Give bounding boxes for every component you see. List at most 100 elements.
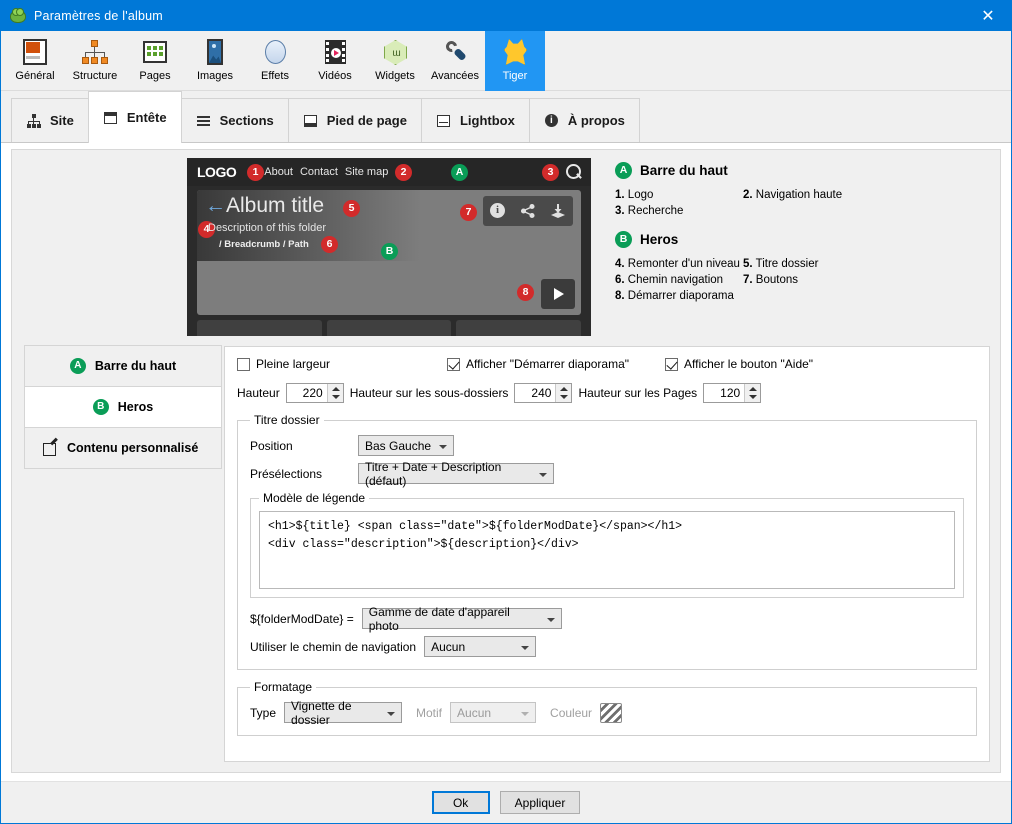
folder-title-group-label: Titre dossier: [254, 413, 320, 427]
circle-a-icon: A: [69, 358, 86, 374]
tab-site[interactable]: Site: [11, 98, 89, 142]
preview-nav-contact: Contact: [299, 166, 338, 178]
apply-button[interactable]: Appliquer: [499, 791, 581, 814]
stepper-up[interactable]: [745, 384, 760, 393]
section-label: Barre du haut: [94, 359, 177, 373]
hauteur-label: Hauteur: [237, 386, 280, 400]
preview-topbar: LOGO 1 About Contact Site map 2 A 3: [187, 158, 591, 186]
legend-group-a-header: A Barre du haut: [615, 162, 1000, 179]
motif-label: Motif: [416, 705, 443, 720]
toolbar-item-images[interactable]: Images: [185, 31, 245, 91]
circle-a-icon: A: [615, 162, 632, 179]
toolbar-item-pages[interactable]: Pages: [125, 31, 185, 91]
share-icon[interactable]: [520, 203, 536, 219]
preview-hero: ←Album title 5 4 Description of this fol…: [197, 190, 581, 315]
thumbnail: [197, 320, 322, 336]
stepper-arrows[interactable]: [744, 384, 761, 402]
height-row: Hauteur Hauteur sur les sous-dossiers Ha…: [237, 383, 977, 403]
frog-icon: [9, 7, 27, 25]
search-icon[interactable]: [566, 164, 582, 180]
type-select[interactable]: Vignette de dossier: [284, 699, 403, 727]
stepper-down[interactable]: [745, 393, 760, 402]
section-label: Contenu personnalisé: [67, 441, 199, 455]
tab-a-propos[interactable]: i À propos: [528, 98, 640, 142]
presets-select[interactable]: Titre + Date + Description (défaut): [358, 460, 554, 488]
tab-strip: Site Entête Sections Pied de page Lightb…: [1, 91, 1011, 143]
checkbox-box[interactable]: [665, 357, 678, 371]
stepper-down[interactable]: [556, 393, 571, 402]
checkbox-pleine-largeur[interactable]: Pleine largeur: [237, 357, 447, 371]
sitemap-icon: [26, 113, 42, 129]
tab-sections[interactable]: Sections: [180, 98, 289, 142]
legend-entry: 7. Boutons: [743, 274, 798, 286]
caption-template-group-label: Modèle de légende: [263, 491, 366, 505]
legend-entry: 8. Démarrer diaporama: [615, 290, 734, 302]
color-swatch[interactable]: [600, 702, 623, 723]
tab-lightbox[interactable]: Lightbox: [420, 98, 530, 142]
checkbox-afficher-diaporama[interactable]: Afficher "Démarrer diaporama": [447, 357, 665, 371]
settings-pane: Pleine largeur Afficher "Démarrer diapor…: [224, 346, 990, 762]
tab-entete[interactable]: Entête: [87, 91, 182, 143]
hauteur-input[interactable]: [286, 384, 327, 402]
stepper-arrows[interactable]: [326, 384, 343, 402]
stepper-arrows[interactable]: [555, 384, 572, 402]
badge-buttons: 7: [460, 204, 477, 221]
preview-logo: LOGO: [197, 164, 237, 180]
toolbar-item-widgets[interactable]: ɯ Widgets: [365, 31, 425, 91]
hauteur-pages-input[interactable]: [704, 384, 745, 402]
toolbar-item-advanced[interactable]: Avancées: [425, 31, 485, 91]
badge-nav: 2: [395, 164, 412, 181]
checkbox-afficher-aide[interactable]: Afficher le bouton "Aide": [665, 357, 813, 371]
stepper-up[interactable]: [556, 384, 571, 393]
lightbox-icon: [436, 113, 452, 129]
stepper-up[interactable]: [328, 384, 343, 393]
position-select[interactable]: Bas Gauche: [358, 435, 454, 456]
toolbar-item-tiger[interactable]: Tiger: [485, 31, 545, 91]
legend-entry-empty: [743, 205, 1000, 217]
toolbar-item-effects[interactable]: Effets: [245, 31, 305, 91]
badge-logo: 1: [247, 164, 264, 181]
checkbox-label: Afficher le bouton "Aide": [684, 357, 814, 371]
hauteur-pages-stepper[interactable]: [703, 383, 762, 403]
preview-nav-about: About: [264, 166, 293, 178]
badge-title: 5: [343, 200, 360, 217]
toolbar-label: Effets: [261, 70, 289, 82]
general-icon: [20, 37, 50, 67]
toolbar-item-general[interactable]: Général: [5, 31, 65, 91]
checkbox-box[interactable]: [447, 357, 460, 371]
stepper-down[interactable]: [328, 393, 343, 402]
tab-pied-de-page[interactable]: Pied de page: [287, 98, 422, 142]
info-icon: i: [544, 113, 560, 129]
download-icon[interactable]: [550, 203, 566, 219]
tab-label: À propos: [567, 113, 625, 128]
motif-select: Aucun: [450, 702, 537, 723]
section-item-contenu-personnalise[interactable]: Contenu personnalisé: [24, 427, 222, 469]
window-title: Paramètres de l'album: [34, 9, 163, 23]
tab-label: Entête: [126, 110, 167, 125]
moddate-select[interactable]: Gamme de date d'appareil photo: [361, 605, 562, 633]
ok-button[interactable]: Ok: [431, 791, 490, 814]
moddate-label: ${folderModDate} =: [250, 611, 354, 626]
play-icon[interactable]: [541, 279, 575, 309]
info-icon[interactable]: i: [490, 203, 506, 219]
navpath-select[interactable]: Aucun: [424, 636, 537, 657]
caption-template-textarea[interactable]: <h1>${title} <span class="date">${folder…: [259, 511, 955, 589]
toolbar-item-videos[interactable]: Vidéos: [305, 31, 365, 91]
formatting-group-label: Formatage: [254, 680, 313, 694]
presets-label: Présélections: [250, 466, 323, 481]
hauteur-sous-dossiers-stepper[interactable]: [514, 383, 573, 403]
hauteur-stepper[interactable]: [285, 383, 344, 403]
toolbar-item-structure[interactable]: Structure: [65, 31, 125, 91]
images-icon: [200, 37, 230, 67]
toolbar-label: Widgets: [375, 70, 415, 82]
dialog-footer: Ok Appliquer: [1, 781, 1011, 823]
hauteur-pages-label: Hauteur sur les Pages: [578, 386, 698, 400]
section-item-heros[interactable]: B Heros: [24, 386, 222, 428]
checkbox-box[interactable]: [237, 357, 250, 371]
legend: A Barre du haut 1. Logo 2. Navigation ha…: [615, 158, 1000, 336]
back-arrow-icon: ←: [205, 194, 226, 217]
toolbar-label: Structure: [72, 70, 118, 82]
hauteur-sous-dossiers-input[interactable]: [515, 384, 556, 402]
section-item-barre-du-haut[interactable]: A Barre du haut: [24, 345, 222, 387]
close-icon[interactable]: ✕: [965, 1, 1011, 31]
